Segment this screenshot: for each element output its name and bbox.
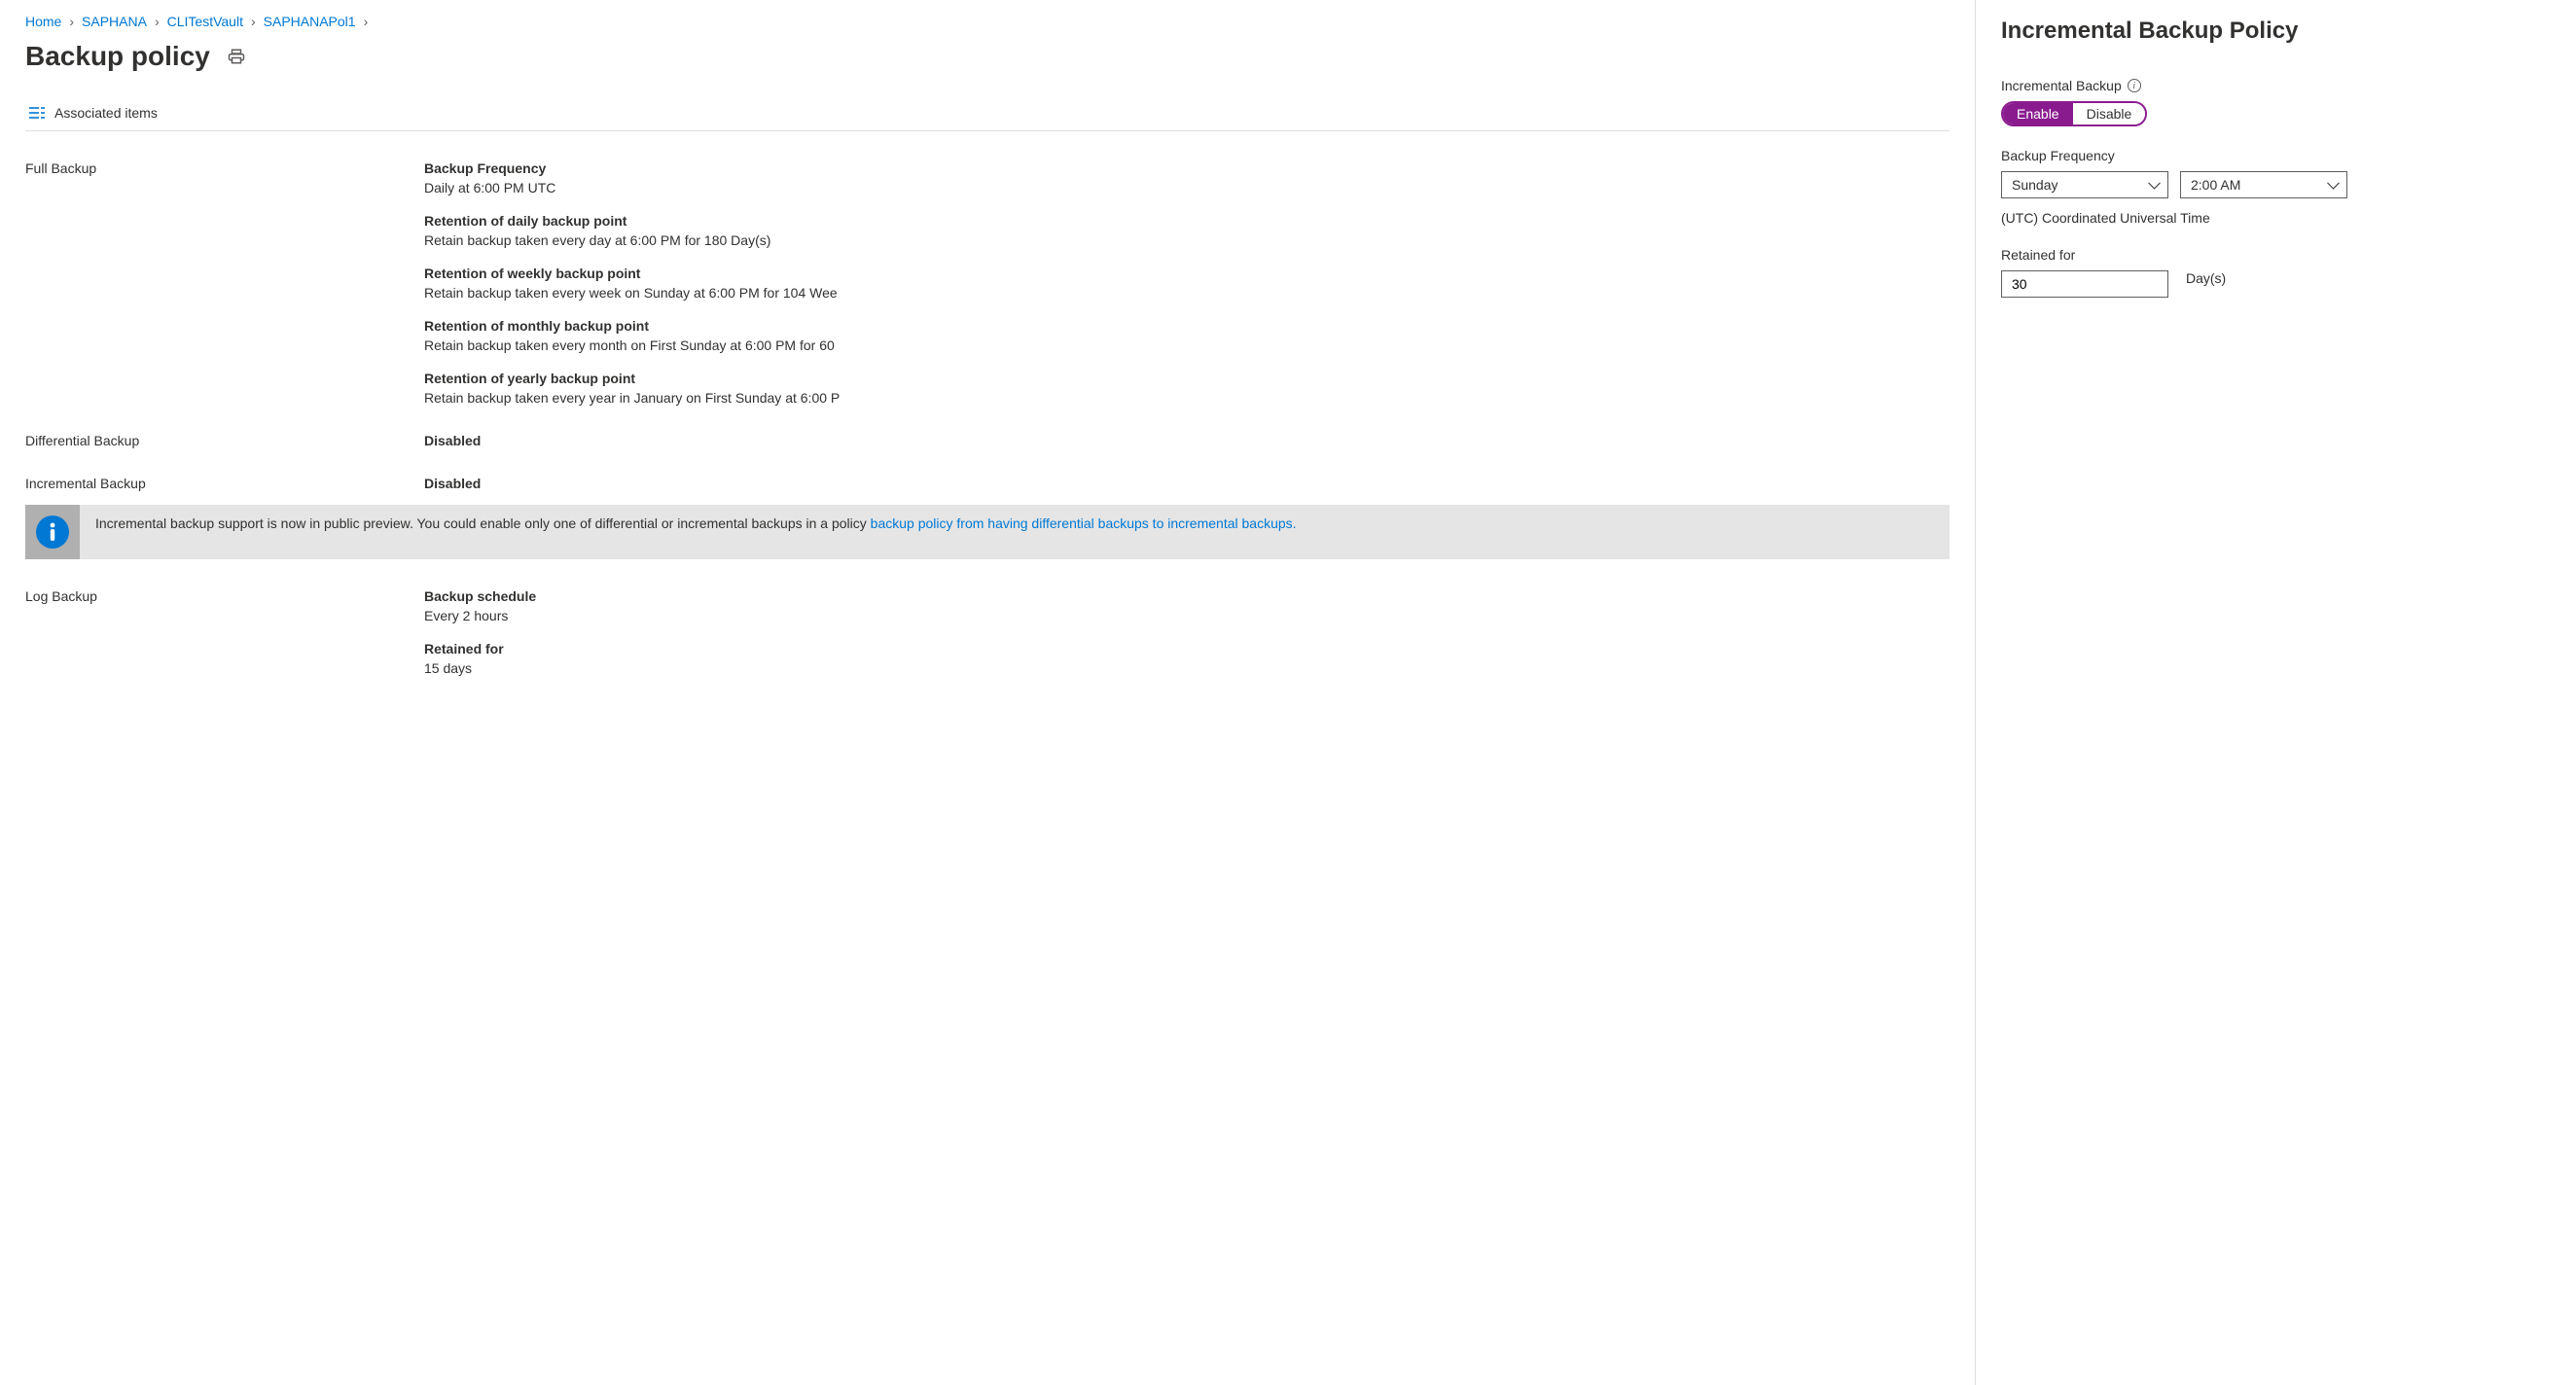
time-select[interactable]: 2:00 AM xyxy=(2180,171,2347,198)
daily-retention-label: Retention of daily backup point xyxy=(424,213,1950,229)
breadcrumb-vault[interactable]: CLITestVault xyxy=(167,14,243,29)
differential-backup-section: Differential Backup Disabled xyxy=(25,433,1950,448)
full-backup-label: Full Backup xyxy=(25,160,424,406)
retained-input[interactable] xyxy=(2001,270,2168,298)
differential-backup-value: Disabled xyxy=(424,433,1950,448)
breadcrumb-home[interactable]: Home xyxy=(25,14,61,29)
full-backup-section: Full Backup Backup Frequency Daily at 6:… xyxy=(25,160,1950,406)
yearly-retention-label: Retention of yearly backup point xyxy=(424,371,1950,386)
monthly-retention-label: Retention of monthly backup point xyxy=(424,318,1950,334)
log-schedule-value: Every 2 hours xyxy=(424,608,1950,623)
day-select[interactable]: Sunday xyxy=(2001,171,2168,198)
log-retained-value: 15 days xyxy=(424,660,1950,676)
weekly-retention-label: Retention of weekly backup point xyxy=(424,266,1950,281)
backup-frequency-label: Backup Frequency xyxy=(424,160,1950,176)
frequency-label: Backup Frequency xyxy=(2001,148,2551,163)
chevron-right-icon: › xyxy=(155,14,160,29)
incremental-backup-value: Disabled xyxy=(424,476,1950,491)
log-schedule-label: Backup schedule xyxy=(424,588,1950,604)
associated-items-bar[interactable]: Associated items xyxy=(25,97,1950,131)
differential-backup-label: Differential Backup xyxy=(25,433,424,448)
info-icon-wrap xyxy=(25,505,80,559)
disable-button[interactable]: Disable xyxy=(2073,103,2146,124)
yearly-retention-value: Retain backup taken every year in Januar… xyxy=(424,390,1950,406)
chevron-right-icon: › xyxy=(69,14,74,29)
info-banner: Incremental backup support is now in pub… xyxy=(25,505,1950,559)
list-icon xyxy=(29,106,45,120)
info-text-main: Incremental backup support is now in pub… xyxy=(95,515,871,531)
incremental-policy-panel: Incremental Backup Policy Incremental Ba… xyxy=(1975,0,2576,1385)
breadcrumb-saphana[interactable]: SAPHANA xyxy=(82,14,147,29)
page-title-row: Backup policy xyxy=(25,41,1950,72)
log-backup-label: Log Backup xyxy=(25,588,424,676)
monthly-retention-value: Retain backup taken every month on First… xyxy=(424,337,1950,353)
weekly-retention-value: Retain backup taken every week on Sunday… xyxy=(424,285,1950,301)
incremental-backup-label: Incremental Backup xyxy=(25,476,424,491)
breadcrumb-policy[interactable]: SAPHANAPol1 xyxy=(264,14,356,29)
backup-frequency-value: Daily at 6:00 PM UTC xyxy=(424,180,1950,195)
main-panel: Home › SAPHANA › CLITestVault › SAPHANAP… xyxy=(0,0,1975,1385)
print-icon[interactable] xyxy=(228,48,245,65)
associated-items-label: Associated items xyxy=(54,105,158,121)
info-circle-icon[interactable]: i xyxy=(2128,79,2141,92)
daily-retention-value: Retain backup taken every day at 6:00 PM… xyxy=(424,232,1950,248)
page-title: Backup policy xyxy=(25,41,210,72)
side-panel-title: Incremental Backup Policy xyxy=(2001,18,2551,45)
log-backup-section: Log Backup Backup schedule Every 2 hours… xyxy=(25,588,1950,676)
chevron-right-icon: › xyxy=(364,14,369,29)
retained-label: Retained for xyxy=(2001,247,2551,263)
timezone-text: (UTC) Coordinated Universal Time xyxy=(2001,210,2210,226)
retained-unit: Day(s) xyxy=(2186,270,2226,286)
incremental-backup-section: Incremental Backup Disabled xyxy=(25,476,1950,491)
chevron-right-icon: › xyxy=(251,14,256,29)
info-link[interactable]: backup policy from having differential b… xyxy=(871,515,1297,531)
enable-button[interactable]: Enable xyxy=(2003,103,2073,124)
enable-disable-toggle[interactable]: Enable Disable xyxy=(2001,101,2147,126)
log-retained-label: Retained for xyxy=(424,641,1950,657)
incremental-toggle-label: Incremental Backup i xyxy=(2001,78,2551,93)
breadcrumb: Home › SAPHANA › CLITestVault › SAPHANAP… xyxy=(25,14,1950,29)
info-text: Incremental backup support is now in pub… xyxy=(80,505,1312,544)
info-icon xyxy=(36,515,69,549)
